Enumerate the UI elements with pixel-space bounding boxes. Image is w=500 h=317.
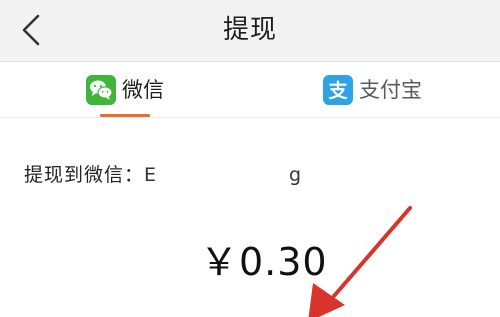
tab-alipay[interactable]: 支 支付宝: [323, 62, 422, 118]
tab-alipay-label: 支付宝: [359, 78, 422, 102]
account-name-end: g: [289, 164, 302, 186]
withdraw-target: 提现到微信：E: [24, 162, 156, 188]
alipay-icon: 支: [323, 75, 353, 105]
payment-method-tabs: 微信 支 支付宝: [0, 62, 500, 118]
svg-text:支: 支: [327, 80, 348, 102]
page-title: 提现: [222, 15, 277, 45]
tab-wechat[interactable]: 微信: [86, 62, 164, 118]
navigation-bar: 提现: [0, 0, 500, 62]
withdraw-target-label: 提现到微信：: [24, 164, 145, 186]
tab-wechat-label: 微信: [122, 78, 164, 102]
account-name-start: E: [144, 164, 157, 186]
active-tab-indicator: [100, 114, 150, 117]
wechat-icon: [86, 75, 116, 105]
withdraw-amount: ￥0.30: [200, 240, 328, 284]
